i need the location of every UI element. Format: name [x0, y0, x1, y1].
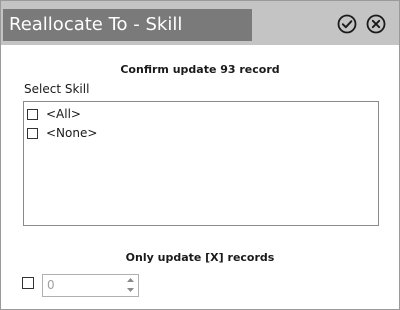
increment-button[interactable]	[124, 275, 137, 285]
none-checkbox[interactable]	[27, 127, 38, 139]
dialog-title: Reallocate To - Skill	[9, 14, 183, 35]
close-circle-icon	[366, 14, 386, 34]
decrement-button[interactable]	[124, 285, 137, 295]
list-item-label: <None>	[46, 126, 98, 140]
limit-label: Only update [X] records	[125, 251, 275, 264]
confirm-button[interactable]	[337, 14, 357, 34]
all-checkbox[interactable]	[27, 108, 38, 120]
list-item-none[interactable]: <None>	[27, 125, 97, 141]
record-count-stepper[interactable]: 0	[42, 274, 139, 297]
chevron-down-icon	[127, 288, 134, 292]
skill-listbox[interactable]: <All> <None>	[23, 101, 379, 226]
select-skill-label: Select Skill	[24, 82, 90, 96]
reallocate-dialog: Reallocate To - Skill Confirm update 93 …	[0, 0, 400, 310]
list-item-label: <All>	[46, 107, 81, 121]
confirm-message: Confirm update 93 record	[120, 63, 280, 76]
check-circle-icon	[337, 14, 357, 34]
limit-checkbox[interactable]	[22, 277, 34, 289]
title-box: Reallocate To - Skill	[3, 9, 252, 41]
list-item-all[interactable]: <All>	[27, 106, 81, 122]
record-count-value: 0	[47, 278, 55, 292]
chevron-up-icon	[127, 278, 134, 282]
title-bar: Reallocate To - Skill	[1, 1, 399, 45]
close-button[interactable]	[366, 14, 386, 34]
